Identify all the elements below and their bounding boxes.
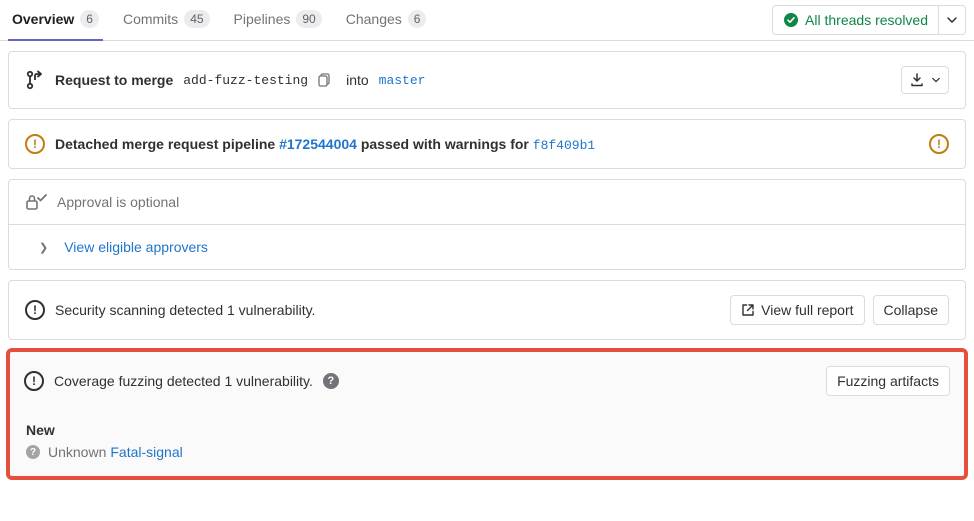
fuzzing-header: ! Coverage fuzzing detected 1 vulnerabil… [10, 352, 964, 410]
warning-icon: ! [929, 134, 949, 154]
finding-link[interactable]: Fatal-signal [110, 444, 182, 460]
approvers-row[interactable]: ❯ View eligible approvers [9, 225, 965, 269]
chevron-down-icon [947, 15, 957, 25]
security-row: ! Security scanning detected 1 vulnerabi… [9, 281, 965, 339]
tab-overview-label: Overview [12, 11, 74, 27]
tab-commits[interactable]: Commits 45 [119, 0, 214, 40]
pipeline-panel: ! Detached merge request pipeline #17254… [8, 119, 966, 169]
approval-text: Approval is optional [57, 194, 179, 210]
target-branch[interactable]: master [379, 73, 426, 88]
threads-resolved-label: All threads resolved [805, 12, 928, 28]
merge-request-icon [25, 70, 45, 90]
fuzzing-new-label: New [26, 422, 948, 438]
fuzzing-artifacts-label: Fuzzing artifacts [837, 373, 939, 389]
tab-pipelines-count: 90 [296, 10, 321, 28]
pipeline-row: ! Detached merge request pipeline #17254… [9, 120, 965, 168]
security-actions: View full report Collapse [730, 295, 949, 325]
fuzzing-panel: ! Coverage fuzzing detected 1 vulnerabil… [6, 348, 968, 480]
tab-commits-count: 45 [184, 10, 209, 28]
tabs-list: Overview 6 Commits 45 Pipelines 90 Chang… [8, 0, 772, 40]
approval-panel: Approval is optional ❯ View eligible app… [8, 179, 966, 270]
pipeline-text: Detached merge request pipeline #1725440… [55, 136, 595, 153]
check-circle-icon [783, 12, 799, 28]
tab-overview[interactable]: Overview 6 [8, 0, 103, 40]
merge-request-panel: Request to merge add-fuzz-testing into m… [8, 51, 966, 109]
pipeline-status: passed with warnings for [361, 136, 529, 152]
chevron-right-icon: ❯ [39, 241, 48, 254]
view-full-report-label: View full report [761, 302, 853, 318]
help-icon[interactable]: ? [323, 373, 339, 389]
pipeline-prefix: Detached merge request pipeline [55, 136, 275, 152]
threads-dropdown-button[interactable] [939, 5, 966, 35]
fuzzing-summary: Coverage fuzzing detected 1 vulnerabilit… [54, 373, 313, 389]
into-label: into [346, 72, 369, 88]
download-icon [910, 73, 924, 87]
source-branch: add-fuzz-testing [183, 73, 308, 88]
view-eligible-approvers-link[interactable]: View eligible approvers [64, 239, 208, 255]
merge-request-info: Request to merge add-fuzz-testing into m… [25, 70, 425, 90]
threads-resolved-group: All threads resolved [772, 5, 966, 35]
download-dropdown-button[interactable] [901, 66, 949, 94]
approval-icon [25, 194, 47, 210]
merge-request-label: Request to merge [55, 72, 173, 88]
tab-changes[interactable]: Changes 6 [342, 0, 431, 40]
fuzzing-finding-row: ? Unknown Fatal-signal [26, 444, 948, 460]
security-summary: Security scanning detected 1 vulnerabili… [55, 302, 315, 318]
chevron-down-icon [932, 76, 940, 84]
alert-icon: ! [24, 371, 44, 391]
tab-overview-count: 6 [80, 10, 99, 28]
tab-pipelines-label: Pipelines [234, 11, 291, 27]
pipeline-sha[interactable]: f8f409b1 [533, 138, 595, 153]
finding-severity: Unknown [48, 444, 106, 460]
copy-icon[interactable] [318, 73, 332, 87]
tab-commits-label: Commits [123, 11, 178, 27]
external-link-icon [741, 303, 755, 317]
tab-changes-label: Changes [346, 11, 402, 27]
approval-row: Approval is optional [9, 180, 965, 224]
security-panel: ! Security scanning detected 1 vulnerabi… [8, 280, 966, 340]
collapse-label: Collapse [884, 302, 938, 318]
fuzzing-artifacts-button[interactable]: Fuzzing artifacts [826, 366, 950, 396]
pipeline-id[interactable]: #172544004 [279, 136, 357, 152]
tab-pipelines[interactable]: Pipelines 90 [230, 0, 326, 40]
fuzzing-body: New ? Unknown Fatal-signal [10, 410, 964, 476]
threads-resolved-button[interactable]: All threads resolved [772, 5, 939, 35]
tab-changes-count: 6 [408, 10, 427, 28]
alert-icon: ! [25, 300, 45, 320]
warning-icon: ! [25, 134, 45, 154]
collapse-button[interactable]: Collapse [873, 295, 949, 325]
view-full-report-button[interactable]: View full report [730, 295, 864, 325]
check-icon [37, 193, 47, 203]
severity-unknown-icon: ? [26, 445, 40, 459]
merge-request-row: Request to merge add-fuzz-testing into m… [9, 52, 965, 108]
mr-tabs-bar: Overview 6 Commits 45 Pipelines 90 Chang… [0, 0, 974, 41]
